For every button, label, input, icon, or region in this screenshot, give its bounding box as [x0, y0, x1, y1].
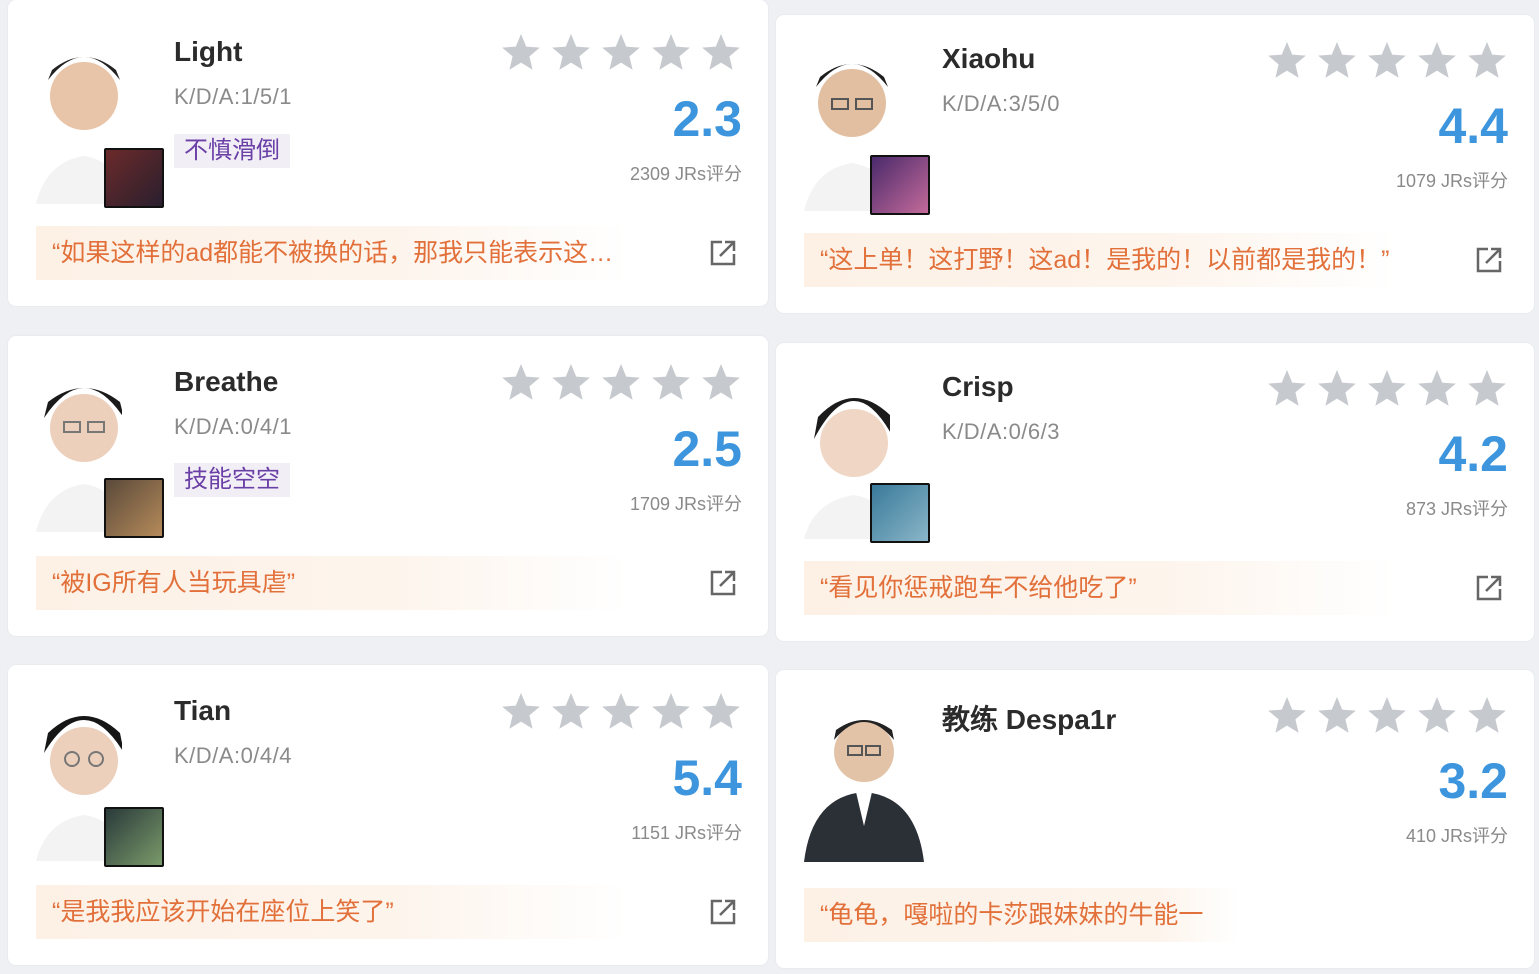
champion-icon	[104, 478, 164, 538]
rating-stars[interactable]	[500, 691, 742, 731]
rating-stars[interactable]	[1266, 695, 1508, 735]
star-icon[interactable]	[1266, 695, 1308, 735]
player-name: Tian	[174, 695, 232, 726]
rating-stars[interactable]	[1266, 40, 1508, 80]
player-score: 3.2	[1438, 753, 1508, 809]
star-icon[interactable]	[600, 691, 642, 731]
rating-count: 1079 JRs评分	[1395, 171, 1508, 191]
player-kda: K/D/A:1/5/1	[174, 84, 293, 109]
top-comment[interactable]: “这上单！这打野！这ad！是我的！以前都是我的！”	[804, 233, 1394, 287]
external-link-icon[interactable]	[1474, 245, 1504, 275]
player-score: 2.3	[672, 91, 742, 147]
player-name: Light	[174, 36, 243, 67]
star-icon[interactable]	[1416, 368, 1458, 408]
star-icon[interactable]	[500, 32, 542, 72]
rating-count: 410 JRs评分	[1405, 826, 1508, 846]
rating-count: 2309 JRs评分	[629, 164, 742, 184]
top-comment[interactable]: “龟龟，嘎啦的卡莎跟妹妹的牛能一	[804, 888, 1506, 942]
player-name: 教练 Despa1r	[942, 704, 1117, 735]
top-comment[interactable]: “看见你惩戒跑车不给他吃了”	[804, 561, 1394, 615]
top-comment[interactable]: “是我我应该开始在座位上笑了”	[36, 885, 628, 939]
star-icon[interactable]	[1266, 368, 1308, 408]
top-comment[interactable]: “如果这样的ad都能不被换的话，那我只能表示这…	[36, 226, 628, 280]
player-card-light[interactable]: Light K/D/A:1/5/1 不慎滑倒 2.3 2309 JRs评分 “如…	[8, 0, 768, 306]
star-icon[interactable]	[1316, 40, 1358, 80]
star-icon[interactable]	[1416, 695, 1458, 735]
external-link-icon[interactable]	[708, 897, 738, 927]
star-icon[interactable]	[700, 362, 742, 402]
player-card-breathe[interactable]: Breathe K/D/A:0/4/1 技能空空 2.5 1709 JRs评分 …	[8, 336, 768, 636]
star-icon[interactable]	[1266, 40, 1308, 80]
star-icon[interactable]	[1466, 695, 1508, 735]
star-icon[interactable]	[550, 691, 592, 731]
star-icon[interactable]	[700, 32, 742, 72]
player-score: 4.4	[1438, 98, 1508, 154]
player-kda: K/D/A:0/4/4	[174, 743, 293, 768]
star-icon[interactable]	[1366, 40, 1408, 80]
champion-icon	[104, 148, 164, 208]
player-avatar	[804, 696, 924, 862]
player-name: Breathe	[174, 366, 279, 397]
player-tag: 不慎滑倒	[174, 134, 290, 168]
external-link-icon[interactable]	[1474, 573, 1504, 603]
rating-count: 1709 JRs评分	[629, 494, 742, 514]
star-icon[interactable]	[500, 691, 542, 731]
star-icon[interactable]	[650, 32, 692, 72]
star-icon[interactable]	[1416, 40, 1458, 80]
player-score: 2.5	[672, 421, 742, 477]
rating-stars[interactable]	[500, 32, 742, 72]
player-card-tian[interactable]: Tian K/D/A:0/4/4 5.4 1151 JRs评分 “是我我应该开始…	[8, 665, 768, 965]
star-icon[interactable]	[700, 691, 742, 731]
player-name: Crisp	[942, 371, 1014, 402]
player-kda: K/D/A:0/4/1	[174, 414, 293, 439]
star-icon[interactable]	[650, 362, 692, 402]
star-icon[interactable]	[1316, 368, 1358, 408]
star-icon[interactable]	[600, 32, 642, 72]
rating-stars[interactable]	[500, 362, 742, 402]
player-tag: 技能空空	[174, 463, 290, 497]
star-icon[interactable]	[600, 362, 642, 402]
star-icon[interactable]	[500, 362, 542, 402]
champion-icon	[104, 807, 164, 867]
rating-count: 873 JRs评分	[1405, 499, 1508, 519]
external-link-icon[interactable]	[708, 238, 738, 268]
champion-icon	[870, 483, 930, 543]
player-kda: K/D/A:3/5/0	[942, 91, 1061, 116]
star-icon[interactable]	[1366, 368, 1408, 408]
player-card-coach[interactable]: 教练 Despa1r 3.2 410 JRs评分 “龟龟，嘎啦的卡莎跟妹妹的牛能…	[776, 670, 1534, 968]
star-icon[interactable]	[1466, 368, 1508, 408]
rating-stars[interactable]	[1266, 368, 1508, 408]
player-name: Xiaohu	[942, 43, 1036, 74]
champion-icon	[870, 155, 930, 215]
star-icon[interactable]	[550, 362, 592, 402]
external-link-icon[interactable]	[708, 568, 738, 598]
star-icon[interactable]	[1466, 40, 1508, 80]
rating-count: 1151 JRs评分	[631, 823, 742, 843]
star-icon[interactable]	[1366, 695, 1408, 735]
star-icon[interactable]	[550, 32, 592, 72]
star-icon[interactable]	[1316, 695, 1358, 735]
player-card-xiaohu[interactable]: Xiaohu K/D/A:3/5/0 4.4 1079 JRs评分 “这上单！这…	[776, 15, 1534, 313]
player-score: 4.2	[1438, 426, 1508, 482]
top-comment[interactable]: “被IG所有人当玩具虐”	[36, 556, 628, 610]
player-card-crisp[interactable]: Crisp K/D/A:0/6/3 4.2 873 JRs评分 “看见你惩戒跑车…	[776, 343, 1534, 641]
player-kda: K/D/A:0/6/3	[942, 419, 1061, 444]
player-score: 5.4	[672, 750, 742, 806]
star-icon[interactable]	[650, 691, 692, 731]
